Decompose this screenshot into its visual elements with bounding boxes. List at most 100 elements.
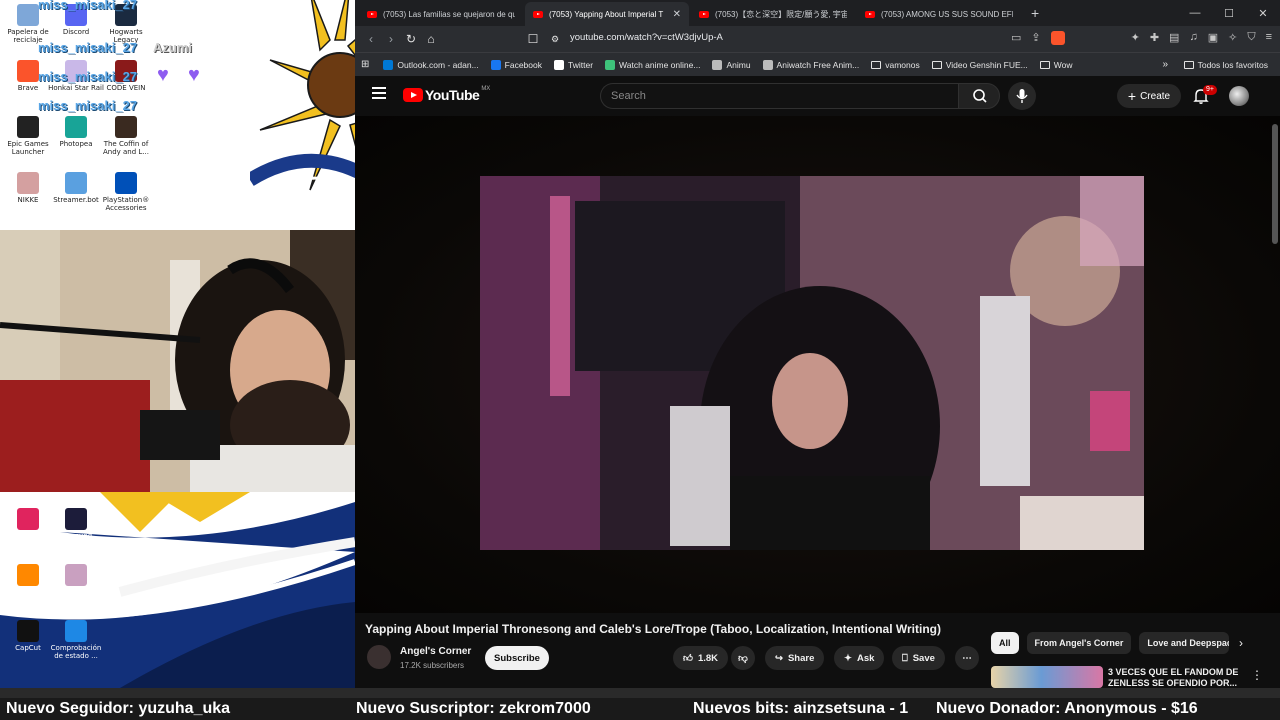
search-input[interactable]: Search: [600, 83, 958, 109]
bookmark-item[interactable]: Watch anime online...: [605, 59, 700, 70]
extension-icon[interactable]: ✦: [1131, 31, 1140, 45]
ask-button[interactable]: ✦ Ask: [834, 646, 885, 670]
browser-tab[interactable]: (7053) Las familias se quejaron de qu: [359, 2, 523, 26]
desktop-shortcut[interactable]: PlayStation® Accessories: [98, 172, 154, 212]
recommendation-thumbnail[interactable]: [991, 666, 1103, 688]
bookmark-item[interactable]: Video Genshin FUE...: [931, 60, 1028, 70]
account-avatar[interactable]: [1229, 86, 1249, 106]
ticker-subscriber: Nuevo Suscriptor: zekrom7000: [356, 700, 591, 717]
share-icon[interactable]: ⇪: [1031, 31, 1040, 45]
bookmark-icon[interactable]: ☐: [523, 32, 543, 46]
apps-grid-icon[interactable]: ⊞: [361, 59, 369, 70]
new-tab-button[interactable]: +: [1023, 5, 1047, 26]
desktop-wallpaper-bottom: TikTok LIVE Studio Samsung Magician VLC me…: [0, 492, 355, 688]
animu-icon: [712, 59, 723, 70]
reload-icon[interactable]: ↻: [401, 32, 421, 46]
hamburger-menu-icon[interactable]: [372, 87, 386, 99]
home-icon[interactable]: ⌂: [421, 32, 441, 46]
webcam-feed: [0, 230, 355, 492]
maximize-icon[interactable]: ☐: [1212, 7, 1246, 20]
all-bookmarks-link[interactable]: Todos los favoritos: [1183, 59, 1268, 70]
music-icon[interactable]: ♫: [1189, 31, 1197, 45]
ticker-bits: Nuevos bits: ainzsetsuna - 1: [693, 700, 909, 717]
desktop-shortcut[interactable]: Samsung Magician: [48, 508, 104, 548]
page-scrollbar[interactable]: [1272, 116, 1278, 688]
like-button[interactable]: 👍︎ 1.8K: [673, 646, 729, 670]
close-window-icon[interactable]: ✕: [1246, 7, 1280, 20]
microphone-icon: [1016, 89, 1028, 103]
browser-tab-active[interactable]: (7053) Yapping About Imperial T ✕: [525, 2, 689, 26]
bookmark-label: Aniwatch Free Anim...: [776, 59, 860, 70]
chat-username-other: Azumi: [153, 40, 192, 55]
more-actions-button[interactable]: ⋯: [955, 646, 979, 670]
youtube-logo[interactable]: YouTube MX: [403, 86, 490, 103]
youtube-favicon-icon: [865, 10, 875, 18]
desktop-shortcut[interactable]: The Coffin of Andy and L...: [98, 116, 154, 156]
app-icon: [17, 60, 39, 82]
youtube-wordmark: YouTube: [425, 87, 480, 103]
voice-search-button[interactable]: [1008, 82, 1036, 110]
save-button[interactable]: ⎕ Save: [892, 646, 945, 670]
chip-from-channel[interactable]: From Angel's Corner: [1026, 632, 1132, 654]
site-info-icon[interactable]: ⚙: [545, 34, 565, 45]
browser-tab[interactable]: (7053)【恋と深空】限定/願う愛, 宇宙: [691, 2, 855, 26]
app-icon: [65, 172, 87, 194]
bookmark-item[interactable]: Aniwatch Free Anim...: [762, 59, 860, 70]
close-tab-icon[interactable]: ✕: [673, 9, 681, 20]
ticker-follower: Nuevo Seguidor: yuzuha_uka: [6, 700, 231, 717]
anime-icon: [605, 59, 616, 70]
sidebar-icon[interactable]: ▤: [1169, 31, 1179, 45]
video-player[interactable]: [355, 116, 1280, 613]
app-icon: [17, 172, 39, 194]
extensions-puzzle-icon[interactable]: ✚: [1150, 31, 1159, 45]
chevron-right-icon[interactable]: ›: [1239, 636, 1243, 650]
bookmark-item[interactable]: Outlook.com - adan...: [383, 59, 479, 70]
channel-name[interactable]: Angel's Corner: [400, 646, 471, 657]
desktop-shortcut[interactable]: Photopea: [48, 116, 104, 148]
bookmark-item[interactable]: Twitter: [554, 59, 593, 70]
app-icon: [115, 116, 137, 138]
vpn-shield-icon[interactable]: ⛉: [1247, 31, 1255, 45]
channel-avatar[interactable]: [367, 645, 391, 669]
desktop-shortcut[interactable]: Five Hearts Under One...: [48, 564, 104, 604]
all-bookmarks-label: Todos los favoritos: [1197, 59, 1268, 70]
more-vertical-icon[interactable]: ⋮: [1251, 668, 1263, 682]
bookmark-item[interactable]: Facebook: [490, 59, 542, 70]
desktop-shortcut-label: CODE VEIN: [106, 84, 146, 92]
bookmark-item[interactable]: vamonos: [871, 60, 920, 70]
desktop-shortcut[interactable]: Comprobación de estado ...: [48, 620, 104, 660]
folder-icon: [1039, 60, 1050, 69]
share-button[interactable]: ↪ Share: [765, 646, 825, 670]
chip-love-and-deepspace[interactable]: Love and Deepspace: [1139, 632, 1230, 654]
desktop-shortcut-label: Honkai Star Rail: [48, 84, 104, 92]
brave-shields-icon[interactable]: [1050, 31, 1065, 45]
create-button[interactable]: + Create: [1117, 84, 1181, 108]
video-scene: [480, 176, 1144, 550]
url-input[interactable]: youtube.com/watch?v=ctW3djvUp-A: [570, 32, 723, 43]
desktop-shortcut-label: Samsung Magician: [59, 532, 93, 548]
chip-all[interactable]: All: [991, 632, 1019, 654]
ticker-donor: Nuevo Donador: Anonymous - $16: [936, 700, 1198, 717]
browser-tab[interactable]: (7053) AMONG US SUS SOUND EFFE: [857, 2, 1021, 26]
forward-icon[interactable]: ›: [381, 32, 401, 46]
app-icon: [65, 508, 87, 530]
dislike-button[interactable]: 👎︎: [731, 646, 755, 670]
wallet-icon[interactable]: ▣: [1208, 31, 1218, 45]
window-controls: — ☐ ✕: [1178, 0, 1280, 26]
scrollbar-thumb[interactable]: [1272, 124, 1278, 244]
menu-icon[interactable]: ≡: [1266, 31, 1272, 45]
bookmark-item[interactable]: Wow: [1039, 60, 1073, 70]
minimize-icon[interactable]: —: [1178, 7, 1212, 19]
bookmark-item[interactable]: Animu: [712, 59, 751, 70]
subscribe-button[interactable]: Subscribe: [485, 646, 549, 670]
ask-label: Ask: [856, 652, 875, 664]
search-button[interactable]: [958, 83, 1000, 109]
desktop-shortcut-label: Photopea: [59, 140, 93, 148]
leo-ai-icon[interactable]: ✧: [1228, 31, 1237, 45]
recommendation-title[interactable]: 3 VECES QUE EL FANDOM DE ZENLESS SE OFEN…: [1108, 667, 1258, 688]
screen-cast-icon[interactable]: ▭: [1011, 31, 1021, 45]
more-bookmarks-icon[interactable]: »: [1162, 59, 1168, 70]
back-icon[interactable]: ‹: [361, 32, 381, 46]
desktop-shortcut[interactable]: Streamer.bot: [48, 172, 104, 204]
video-frame[interactable]: [480, 176, 1144, 550]
